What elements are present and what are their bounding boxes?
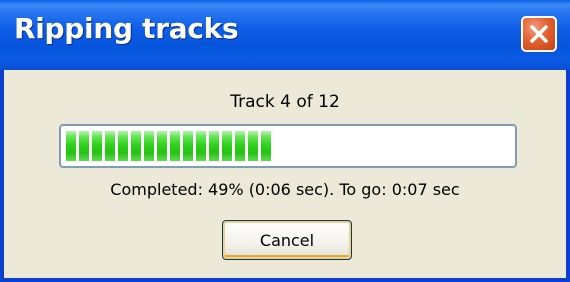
ripping-dialog: Ripping tracks Track 4 of 12 Completed: … — [0, 0, 570, 282]
progress-segment — [183, 131, 193, 161]
progress-segment — [105, 131, 115, 161]
close-x-icon — [530, 25, 548, 43]
close-button[interactable] — [521, 16, 557, 52]
progress-bar — [59, 124, 517, 168]
progress-segment — [157, 131, 167, 161]
progress-segment — [222, 131, 232, 161]
progress-segment — [131, 131, 141, 161]
progress-segment — [196, 131, 206, 161]
title-bar[interactable]: Ripping tracks — [0, 0, 570, 70]
progress-fill — [66, 131, 274, 161]
progress-segment — [79, 131, 89, 161]
progress-segment — [261, 131, 271, 161]
track-label: Track 4 of 12 — [230, 92, 340, 112]
status-text: Completed: 49% (0:06 sec). To go: 0:07 s… — [110, 180, 460, 199]
progress-segment — [66, 131, 76, 161]
progress-segment — [235, 131, 245, 161]
progress-segment — [209, 131, 219, 161]
progress-segment — [248, 131, 258, 161]
progress-segment — [170, 131, 180, 161]
cancel-button[interactable]: Cancel — [222, 220, 352, 260]
progress-segment — [118, 131, 128, 161]
window-title: Ripping tracks — [14, 12, 239, 45]
progress-segment — [144, 131, 154, 161]
progress-segment — [92, 131, 102, 161]
